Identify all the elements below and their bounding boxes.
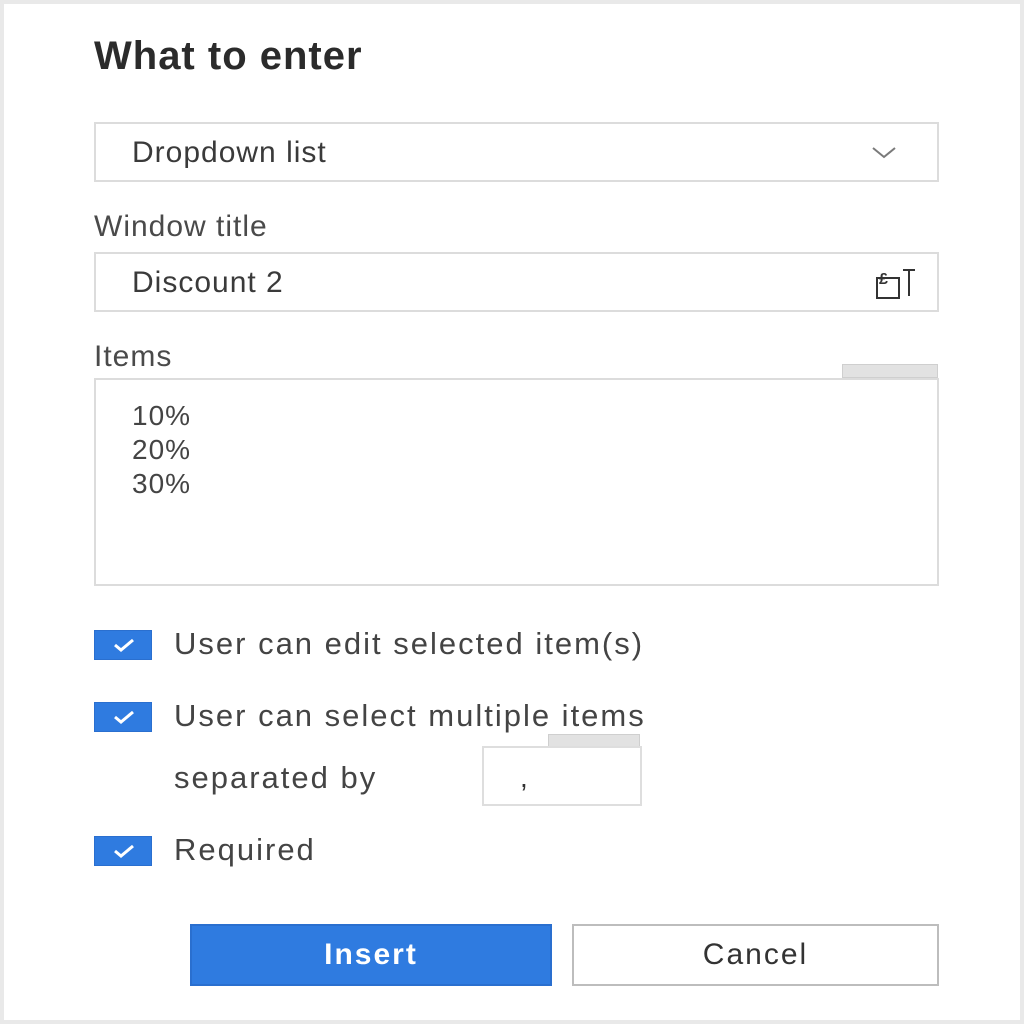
required-checkbox[interactable] <box>94 836 152 866</box>
edit-selected-label: User can edit selected item(s) <box>174 626 645 661</box>
select-multiple-checkbox[interactable] <box>94 702 152 732</box>
input-type-selected-value: Dropdown list <box>132 136 327 169</box>
checkmark-icon <box>114 844 134 858</box>
separator-input[interactable]: , <box>482 746 642 806</box>
items-label: Items <box>94 340 173 373</box>
items-line: 20% <box>132 434 192 465</box>
insert-field-icon[interactable]: £ <box>873 264 917 302</box>
dialog-heading: What to enter <box>94 34 363 78</box>
separator-value: , <box>520 762 528 793</box>
required-label: Required <box>174 832 316 867</box>
items-resize-bar <box>842 364 938 378</box>
insert-field-dialog: What to enter Dropdown list Window title… <box>4 4 1020 1020</box>
window-title-value: Discount 2 <box>132 266 284 299</box>
input-type-select[interactable]: Dropdown list <box>94 122 939 182</box>
items-line: 10% <box>132 400 192 431</box>
checkmark-icon <box>114 710 134 724</box>
items-textarea[interactable]: 10% 20% 30% <box>94 378 939 586</box>
chevron-down-icon[interactable] <box>869 138 899 168</box>
edit-selected-checkbox[interactable] <box>94 630 152 660</box>
window-title-label: Window title <box>94 210 268 243</box>
svg-text:£: £ <box>879 271 888 288</box>
checkmark-icon <box>114 638 134 652</box>
insert-button[interactable]: Insert <box>190 924 552 986</box>
select-multiple-label: User can select multiple items <box>174 698 646 733</box>
window-title-input[interactable]: Discount 2 £ <box>94 252 939 312</box>
cancel-button[interactable]: Cancel <box>572 924 939 986</box>
items-line: 30% <box>132 468 192 499</box>
separated-by-label: separated by <box>174 760 378 795</box>
